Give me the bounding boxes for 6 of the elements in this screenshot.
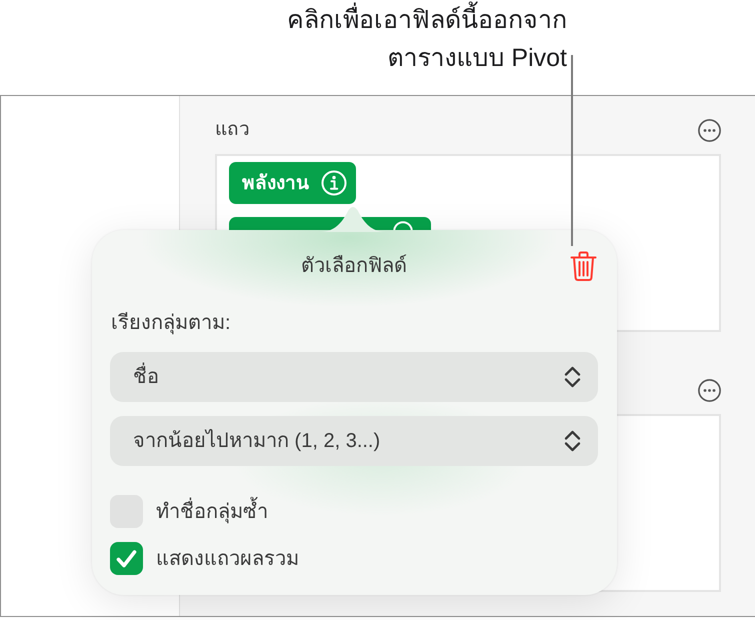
section-label: แถว [215, 118, 250, 142]
checkbox-label: ทำชื่อกลุ่มซ้ำ [156, 498, 268, 526]
group-by-label: เรียงกลุ่มตาม: [110, 311, 231, 336]
popover-title: ตัวเลือกฟิลด์ [301, 254, 407, 279]
checkbox-label: แสดงแถวผลรวม [156, 546, 299, 572]
callout-text: คลิกเพื่อเอาฟิลด์นี้ออกจาก ตารางแบบ Pivot [287, 1, 567, 95]
